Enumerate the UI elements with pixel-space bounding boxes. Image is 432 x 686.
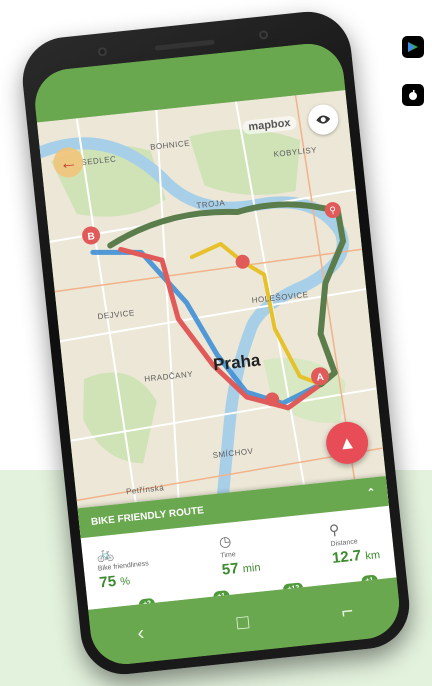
map-view[interactable]: B A ⚲ SEDLEC BOHNICE KOBYLISY TROJA DEJV… [36, 90, 397, 610]
marker-start-label: A [316, 372, 324, 384]
front-camera-icon [258, 29, 269, 40]
stat-value: 12.7 km [331, 547, 381, 567]
route-title: BIKE FRIENDLY ROUTE [90, 504, 205, 528]
bike-icon: 🚲 [95, 544, 115, 563]
clock-icon: ◷ [218, 532, 232, 550]
google-play-badge[interactable] [402, 36, 424, 58]
speaker-grille [154, 39, 215, 51]
stat-value: 57 min [221, 559, 262, 579]
marker-end-label: B [87, 231, 95, 243]
stat-label: Time [220, 551, 237, 560]
sensor-icon [97, 46, 108, 57]
eye-icon [316, 115, 331, 124]
svg-text:⚲: ⚲ [329, 205, 337, 216]
nav-recents-icon[interactable]: ⌐ [340, 600, 354, 624]
app-store-badge[interactable] [402, 84, 424, 106]
phone-body: B A ⚲ SEDLEC BOHNICE KOBYLISY TROJA DEJV… [18, 7, 414, 679]
chevron-up-icon[interactable]: ⌃ [367, 487, 376, 499]
play-store-icon [408, 42, 418, 52]
stat-value: 75 % [98, 572, 131, 592]
stat-distance: ⚲ Distance 12.7 km [328, 517, 380, 567]
phone-screen: B A ⚲ SEDLEC BOHNICE KOBYLISY TROJA DEJV… [31, 40, 403, 668]
nav-home-icon[interactable]: □ [236, 611, 250, 635]
pin-icon: ⚲ [328, 521, 341, 539]
arrow-left-icon: ← [58, 151, 79, 173]
nav-back-icon[interactable]: ‹ [136, 622, 145, 646]
stat-bike-friendliness: 🚲 Bike friendliness 75 % [95, 541, 151, 592]
apple-icon [409, 90, 417, 100]
navigation-arrow-icon: ▲ [337, 431, 358, 454]
stat-time: ◷ Time 57 min [218, 530, 261, 579]
